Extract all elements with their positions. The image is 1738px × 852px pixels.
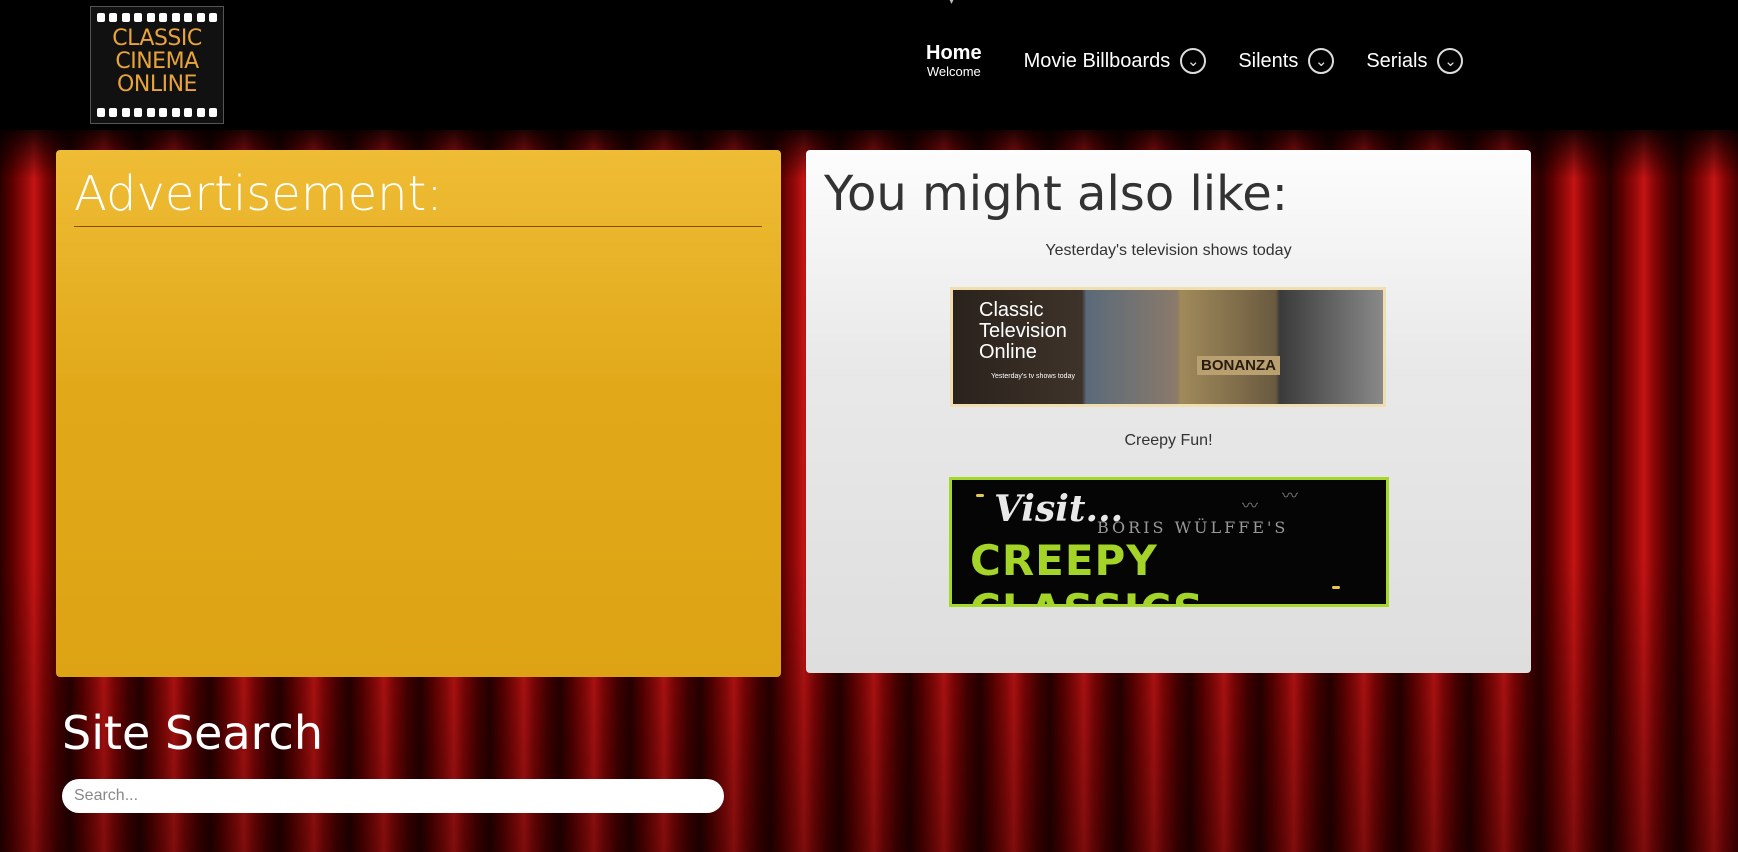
banner-inset-text: BONANZA [1197, 356, 1280, 375]
nav-silents[interactable]: Silents ⌄ [1238, 48, 1335, 74]
banner-title-line: Online [979, 341, 1037, 363]
banner-title: CREEPY CLASSICS [970, 536, 1203, 604]
nav-home-sublabel: Welcome [926, 64, 981, 79]
eyes-icon [976, 494, 984, 497]
logo-line: CINEMA [115, 49, 199, 74]
logo-text: CLASSIC CINEMA ONLINE [91, 27, 223, 96]
chevron-down-icon[interactable]: ⌄ [1180, 48, 1207, 74]
banner-title-line: Classic [979, 299, 1044, 321]
bat-icon: 〰 [1282, 488, 1299, 505]
banner-title-line: Television [979, 320, 1067, 342]
site-logo[interactable]: CLASSIC CINEMA ONLINE [90, 6, 224, 124]
advertisement-panel: Advertisement: [56, 150, 781, 677]
logo-line: ONLINE [117, 72, 197, 97]
related-heading: You might also like: [824, 166, 1288, 222]
classic-television-banner[interactable]: Classic Television Online Yesterday's tv… [950, 287, 1386, 407]
nav-item-label: Movie Billboards [1023, 49, 1171, 72]
film-holes-top [97, 13, 217, 22]
nav-item-label: Silents [1238, 49, 1299, 72]
main-nav: Home Welcome Movie Billboards ⌄ Silents … [926, 42, 1495, 82]
advertisement-heading: Advertisement: [74, 166, 762, 227]
site-header: ▾ CLASSIC CINEMA ONLINE Home Welcome Mov… [0, 0, 1738, 130]
search-input[interactable] [62, 779, 724, 813]
logo-line: CLASSIC [112, 26, 202, 51]
related-caption: Creepy Fun! [1124, 432, 1213, 449]
eyes-icon [1332, 586, 1340, 589]
site-search-heading: Site Search [62, 706, 323, 760]
related-caption: Yesterday's television shows today [1045, 242, 1292, 259]
nav-home[interactable]: Home Welcome [926, 42, 982, 79]
creepy-classics-banner[interactable]: Visit... BORIS WÜLFFE'S CREEPY CLASSICS … [949, 477, 1389, 607]
related-sites-panel: You might also like: Yesterday's televis… [806, 150, 1531, 673]
banner-title: Classic Television Online [979, 300, 1067, 363]
banner-tagline: Yesterday's tv shows today [991, 373, 1075, 380]
film-holes-bottom [97, 108, 217, 117]
nav-caret-mark: ▾ [949, 0, 955, 7]
bat-icon: 〰 [1242, 498, 1259, 515]
nav-serials[interactable]: Serials ⌄ [1366, 48, 1464, 74]
nav-home-label: Home [926, 42, 982, 64]
nav-movie-billboards[interactable]: Movie Billboards ⌄ [1024, 48, 1207, 74]
nav-item-label: Serials [1366, 49, 1428, 72]
banner-byline: BORIS WÜLFFE'S [1097, 518, 1289, 537]
chevron-down-icon[interactable]: ⌄ [1308, 48, 1335, 74]
chevron-down-icon[interactable]: ⌄ [1437, 48, 1464, 74]
